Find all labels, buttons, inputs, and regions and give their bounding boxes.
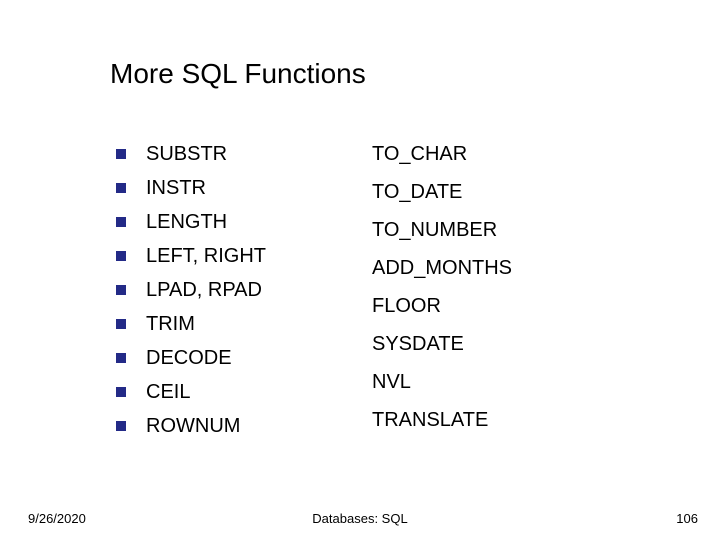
- list-item: ROWNUM: [116, 412, 356, 440]
- list-item-label: ADD_MONTHS: [372, 257, 512, 280]
- list-item: NVL: [372, 368, 612, 396]
- bullet-icon: [116, 217, 126, 227]
- bullet-icon: [116, 149, 126, 159]
- list-item: ADD_MONTHS: [372, 254, 612, 282]
- list-item-label: TRIM: [146, 313, 195, 336]
- bullet-icon: [116, 183, 126, 193]
- left-column: SUBSTR INSTR LENGTH LEFT, RIGHT LPAD, RP…: [116, 140, 356, 446]
- list-item-label: TO_CHAR: [372, 143, 467, 166]
- right-column: TO_CHAR TO_DATE TO_NUMBER ADD_MONTHS FLO…: [372, 140, 612, 446]
- list-item: TO_NUMBER: [372, 216, 612, 244]
- bullet-icon: [116, 353, 126, 363]
- content-columns: SUBSTR INSTR LENGTH LEFT, RIGHT LPAD, RP…: [116, 140, 636, 446]
- bullet-icon: [116, 251, 126, 261]
- list-item-label: SUBSTR: [146, 143, 227, 166]
- list-item-label: LENGTH: [146, 211, 227, 234]
- bullet-icon: [116, 285, 126, 295]
- list-item: CEIL: [116, 378, 356, 406]
- bullet-icon: [116, 421, 126, 431]
- list-item-label: TO_DATE: [372, 181, 462, 204]
- list-item: TRIM: [116, 310, 356, 338]
- list-item-label: CEIL: [146, 381, 190, 404]
- list-item: LENGTH: [116, 208, 356, 236]
- bullet-icon: [116, 319, 126, 329]
- list-item-label: SYSDATE: [372, 333, 464, 356]
- bullet-icon: [116, 387, 126, 397]
- list-item: FLOOR: [372, 292, 612, 320]
- list-item: TRANSLATE: [372, 406, 612, 434]
- slide-title: More SQL Functions: [110, 58, 366, 90]
- footer-title: Databases: SQL: [0, 511, 720, 526]
- list-item-label: ROWNUM: [146, 415, 240, 438]
- list-item: SUBSTR: [116, 140, 356, 168]
- list-item-label: TRANSLATE: [372, 409, 488, 432]
- footer-page-number: 106: [676, 511, 698, 526]
- list-item: INSTR: [116, 174, 356, 202]
- list-item-label: FLOOR: [372, 295, 441, 318]
- list-item: SYSDATE: [372, 330, 612, 358]
- list-item-label: LPAD, RPAD: [146, 279, 262, 302]
- list-item-label: DECODE: [146, 347, 232, 370]
- list-item-label: TO_NUMBER: [372, 219, 497, 242]
- list-item-label: INSTR: [146, 177, 206, 200]
- slide: More SQL Functions SUBSTR INSTR LENGTH L…: [0, 0, 720, 540]
- list-item: LPAD, RPAD: [116, 276, 356, 304]
- list-item: TO_DATE: [372, 178, 612, 206]
- list-item: DECODE: [116, 344, 356, 372]
- list-item: LEFT, RIGHT: [116, 242, 356, 270]
- list-item: TO_CHAR: [372, 140, 612, 168]
- list-item-label: LEFT, RIGHT: [146, 245, 266, 268]
- list-item-label: NVL: [372, 371, 411, 394]
